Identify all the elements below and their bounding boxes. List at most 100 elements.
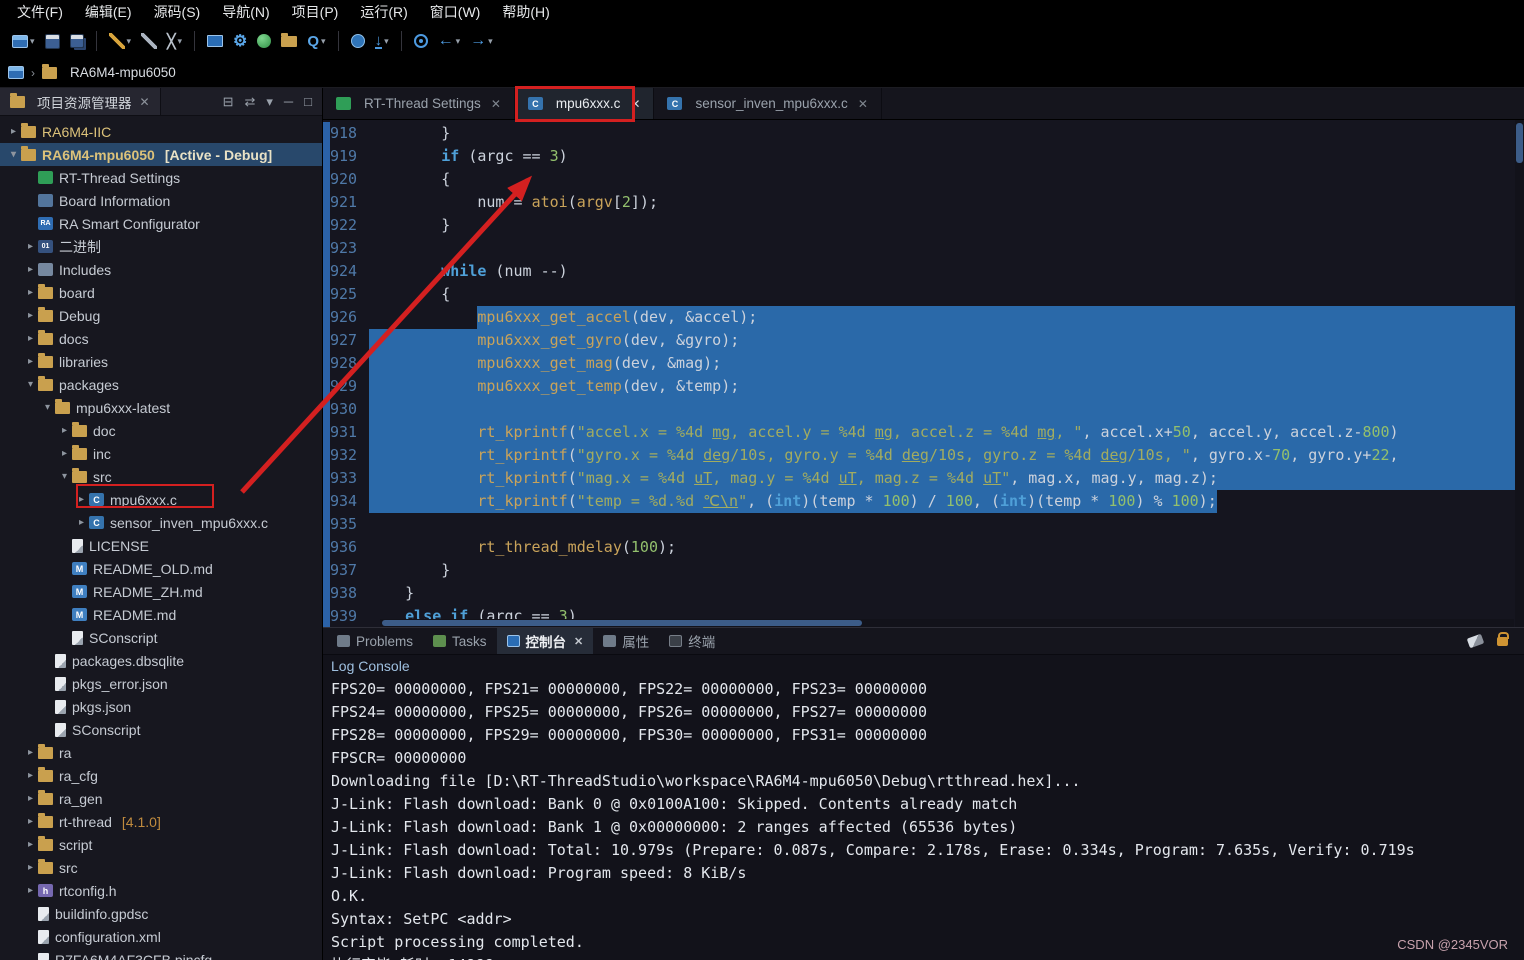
dropdown-caret-icon[interactable]: ▾ [384,36,389,47]
editor-horizontal-scrollbar[interactable] [380,619,1514,627]
tree-item-buildinfo.gpdsc[interactable]: buildinfo.gpdsc [0,902,322,925]
chevron-collapsed-icon[interactable]: ▸ [23,816,38,827]
chevron-collapsed-icon[interactable]: ▸ [23,310,38,321]
chevron-collapsed-icon[interactable]: ▸ [23,839,38,850]
save-all-button[interactable] [66,28,88,54]
chevron-collapsed-icon[interactable]: ▸ [74,517,89,528]
back-button[interactable]: ← ▾ [434,28,465,54]
menu-item-帮助h[interactable]: 帮助(H) [491,0,560,24]
line-number[interactable]: 934 [323,490,369,513]
code-line-934[interactable]: 934 rt_kprintf("temp = %d.%d ℃\n", (int)… [323,490,1524,513]
chevron-expanded-icon[interactable]: ▾ [6,149,21,160]
open-project-button[interactable] [277,28,301,54]
code-line-919[interactable]: 919 if (argc == 3) [323,145,1524,168]
chevron-collapsed-icon[interactable]: ▸ [57,448,72,459]
tree-item-sensor_inven_mpu6xxx.c[interactable]: ▸ Csensor_inven_mpu6xxx.c [0,511,322,534]
minimize-icon[interactable]: ─ [284,94,293,110]
new-wizard-button[interactable]: ▾ [8,28,39,54]
download-button[interactable]: ↓ ▾ [371,28,393,54]
scroll-lock-icon[interactable] [1497,631,1509,646]
chevron-collapsed-icon[interactable]: ▸ [23,770,38,781]
tree-item-docs[interactable]: ▸ docs [0,327,322,350]
dropdown-caret-icon[interactable]: ▾ [488,36,493,47]
code-line-923[interactable]: 923 [323,237,1524,260]
code-line-931[interactable]: 931 rt_kprintf("accel.x = %4d mg, accel.… [323,421,1524,444]
code-format-button[interactable] [137,28,161,54]
tree-item-ra6m4-mpu6050[interactable]: ▾ RA6M4-mpu6050 [Active - Debug] [0,143,322,166]
forward-button[interactable]: → ▾ [466,28,497,54]
menu-item-导航n[interactable]: 导航(N) [211,0,280,24]
settings-button[interactable]: ⚙ [229,28,251,54]
project-tree[interactable]: ▸ RA6M4-IIC ▾ RA6M4-mpu6050 [Active - Debug]… [0,116,322,960]
close-icon[interactable]: ✕ [574,635,583,648]
line-number[interactable]: 919 [323,145,369,168]
dropdown-caret-icon[interactable]: ▾ [321,36,326,47]
code-line-935[interactable]: 935 [323,513,1524,536]
line-number[interactable]: 939 [323,605,369,627]
code-line-920[interactable]: 920 { [323,168,1524,191]
bottom-tab-属性[interactable]: 属性 [593,628,659,654]
code-line-932[interactable]: 932 rt_kprintf("gyro.x = %4d deg/10s, gy… [323,444,1524,467]
editor-vertical-scrollbar[interactable] [1515,120,1524,627]
code-line-936[interactable]: 936 rt_thread_mdelay(100); [323,536,1524,559]
sdk-manager-button[interactable] [253,28,275,54]
scrollbar-thumb[interactable] [1516,123,1523,163]
tree-item-ra-smart-configurator[interactable]: RA RA Smart Configurator [0,212,322,235]
maximize-icon[interactable]: □ [304,94,312,110]
code-line-925[interactable]: 925 { [323,283,1524,306]
tree-item-board[interactable]: ▸ board [0,281,322,304]
tree-item-rt-thread[interactable]: ▸ rt-thread [4.1.0] [0,810,322,833]
chevron-collapsed-icon[interactable]: ▸ [74,494,89,505]
collapse-all-icon[interactable]: ⊟ [223,94,234,110]
chevron-collapsed-icon[interactable]: ▸ [23,747,38,758]
console-view-button[interactable] [203,28,227,54]
link-with-editor-icon[interactable]: ⇄ [244,94,255,110]
chevron-collapsed-icon[interactable]: ▸ [23,287,38,298]
chevron-collapsed-icon[interactable]: ▸ [23,333,38,344]
close-icon[interactable]: ✕ [491,97,501,111]
build-tools-button[interactable]: ╳ ▾ [163,28,186,54]
line-number[interactable]: 918 [323,122,369,145]
tree-item-inc[interactable]: ▸ inc [0,442,322,465]
chevron-expanded-icon[interactable]: ▾ [57,471,72,482]
chevron-collapsed-icon[interactable]: ▸ [6,126,21,137]
target-connect-button[interactable] [410,28,432,54]
tree-item-mpu6xxx-latest[interactable]: ▾ mpu6xxx-latest [0,396,322,419]
scrollbar-thumb[interactable] [382,620,862,626]
tree-item-sconscript[interactable]: SConscript [0,718,322,741]
tree-item-readme_zh.md[interactable]: M README_ZH.md [0,580,322,603]
code-line-930[interactable]: 930 [323,398,1524,421]
tree-item-packages.dbsqlite[interactable]: packages.dbsqlite [0,649,322,672]
code-line-938[interactable]: 938 } [323,582,1524,605]
line-number[interactable]: 938 [323,582,369,605]
menu-item-源码s[interactable]: 源码(S) [143,0,212,24]
dropdown-caret-icon[interactable]: ▾ [456,36,461,47]
chevron-collapsed-icon[interactable]: ▸ [23,885,38,896]
line-number[interactable]: 926 [323,306,369,329]
save-button[interactable] [41,28,64,54]
bottom-tab-problems[interactable]: Problems [327,628,423,654]
code-line-927[interactable]: 927 mpu6xxx_get_gyro(dev, &gyro); [323,329,1524,352]
tree-item-src[interactable]: ▸ src [0,856,322,879]
chevron-collapsed-icon[interactable]: ▸ [57,425,72,436]
line-number[interactable]: 932 [323,444,369,467]
tree-item-configuration.xml[interactable]: configuration.xml [0,925,322,948]
bottom-tab-控制台[interactable]: 控制台 ✕ [496,628,594,654]
tree-item-readme_old.md[interactable]: M README_OLD.md [0,557,322,580]
menu-item-编辑e[interactable]: 编辑(E) [74,0,143,24]
tab-project-explorer[interactable]: 项目资源管理器 ✕ [0,88,161,115]
tree-item-r7fa6m4af3cfb.pincfg[interactable]: R7FA6M4AF3CFB.pincfg [0,948,322,960]
chevron-expanded-icon[interactable]: ▾ [23,379,38,390]
editor-tab-rt-thread-settings[interactable]: RT-Thread Settings ✕ [323,88,515,119]
code-line-926[interactable]: 926 mpu6xxx_get_accel(dev, &accel); [323,306,1524,329]
tree-item-script[interactable]: ▸ script [0,833,322,856]
menu-item-文件f[interactable]: 文件(F) [6,0,74,24]
search-button[interactable]: Q ▾ [303,28,329,54]
breadcrumb-project[interactable]: RA6M4-mpu6050 [70,65,176,80]
menu-item-运行r[interactable]: 运行(R) [349,0,418,24]
tree-item-sconscript[interactable]: SConscript [0,626,322,649]
tree-item-rt-thread-settings[interactable]: RT-Thread Settings [0,166,322,189]
tree-item-board-information[interactable]: Board Information [0,189,322,212]
build-config-button[interactable]: ▾ [105,28,136,54]
tree-item-ra[interactable]: ▸ ra [0,741,322,764]
